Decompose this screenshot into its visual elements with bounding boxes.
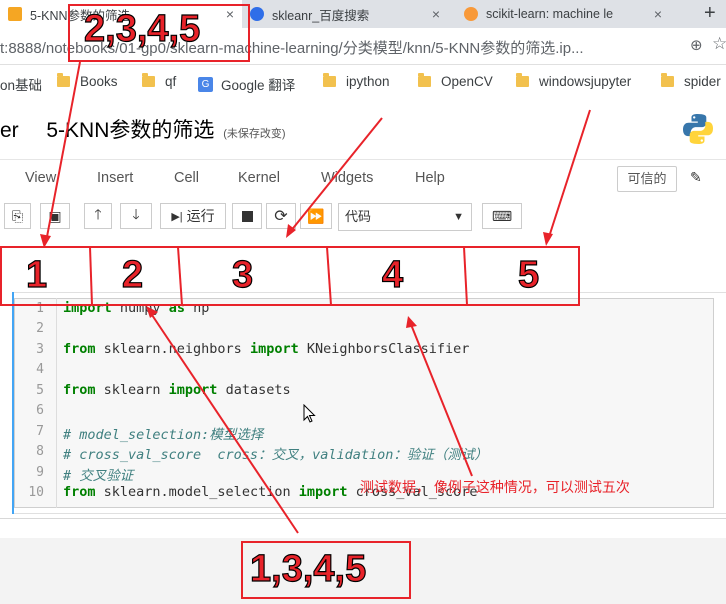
annotation-lines (40, 61, 591, 534)
